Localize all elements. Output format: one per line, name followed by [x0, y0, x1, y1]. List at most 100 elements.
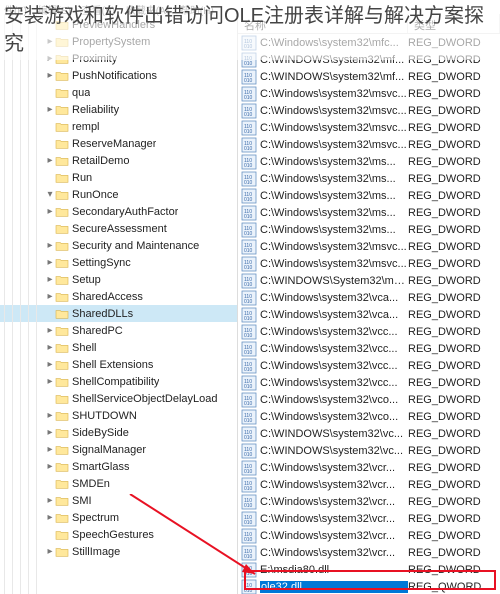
tree-toggle-icon[interactable]: ▸	[45, 461, 55, 472]
list-row[interactable]: 110010C:\Windows\system32\msvc...REG_DWO…	[238, 136, 500, 153]
list-row[interactable]: 110010C:\Windows\system32\ms...REG_DWORD	[238, 187, 500, 204]
value-type: REG_DWORD	[408, 88, 500, 100]
tree-item[interactable]: ▸rempl	[0, 118, 237, 135]
tree-toggle-icon[interactable]: ▾	[45, 189, 55, 200]
list-row[interactable]: 110010C:\Windows\system32\ms...REG_DWORD	[238, 153, 500, 170]
value-name: C:\Windows\system32\vcc...	[260, 343, 408, 355]
tree-toggle-icon[interactable]: ▸	[45, 410, 55, 421]
tree-item[interactable]: ▾RunOnce	[0, 186, 237, 203]
list-row[interactable]: 110010ole32.dllREG_QWORD	[238, 578, 500, 594]
tree-item[interactable]: ▸Shell	[0, 339, 237, 356]
list-row[interactable]: 110010C:\Windows\system32\msvc...REG_DWO…	[238, 119, 500, 136]
tree-item[interactable]: ▸SHUTDOWN	[0, 407, 237, 424]
list-row[interactable]: 110010C:\Windows\system32\vco...REG_DWOR…	[238, 408, 500, 425]
list-row[interactable]: 110010C:\Windows\system32\ms...REG_DWORD	[238, 170, 500, 187]
list-row[interactable]: 110010C:\Windows\system32\msvc...REG_DWO…	[238, 255, 500, 272]
tree-item[interactable]: ▸ShellServiceObjectDelayLoad	[0, 390, 237, 407]
list-row[interactable]: 110010C:\Windows\system32\vca...REG_DWOR…	[238, 306, 500, 323]
tree-toggle-icon[interactable]: ▸	[45, 70, 55, 81]
list-row[interactable]: 110010C:\Windows\system32\vcr...REG_DWOR…	[238, 459, 500, 476]
tree-toggle-icon[interactable]: ▸	[45, 325, 55, 336]
tree-item[interactable]: ▸SecureAssessment	[0, 220, 237, 237]
tree-item[interactable]: ▸Spectrum	[0, 509, 237, 526]
list-row[interactable]: 110010C:\WINDOWS\System32\ms...REG_DWORD	[238, 272, 500, 289]
value-type: REG_DWORD	[408, 258, 500, 270]
list-row[interactable]: 110010C:\Windows\system32\vcc...REG_DWOR…	[238, 340, 500, 357]
list-row[interactable]: 110010C:\Windows\system32\vcc...REG_DWOR…	[238, 357, 500, 374]
list-row[interactable]: 110010C:\Windows\system32\vcc...REG_DWOR…	[238, 374, 500, 391]
tree-toggle-icon[interactable]: ▸	[45, 240, 55, 251]
registry-value-icon: 110010	[241, 392, 257, 408]
list-row[interactable]: 110010C:\Windows\system32\vcr...REG_DWOR…	[238, 493, 500, 510]
list-row[interactable]: 110010C:\Windows\system32\ms...REG_DWORD	[238, 204, 500, 221]
tree-item[interactable]: ▸SMI	[0, 492, 237, 509]
tree-item[interactable]: ▸StillImage	[0, 543, 237, 560]
list-row[interactable]: 110010C:\WINDOWS\system32\mf...REG_DWORD	[238, 68, 500, 85]
list-row[interactable]: 110010E:\msdia80.dllREG_DWORD	[238, 561, 500, 578]
list-row[interactable]: 110010C:\Windows\system32\msvc...REG_DWO…	[238, 238, 500, 255]
tree-toggle-icon[interactable]: ▸	[45, 342, 55, 353]
tree-toggle-icon[interactable]: ▸	[45, 206, 55, 217]
list-row[interactable]: 110010C:\WINDOWS\system32\vc...REG_DWORD	[238, 442, 500, 459]
value-type: REG_DWORD	[408, 326, 500, 338]
tree-toggle-icon[interactable]: ▸	[45, 376, 55, 387]
tree-toggle-icon[interactable]: ▸	[45, 444, 55, 455]
tree-toggle-icon[interactable]: ▸	[45, 274, 55, 285]
tree-item[interactable]: ▸ShellCompatibility	[0, 373, 237, 390]
tree-item[interactable]: ▸SharedPC	[0, 322, 237, 339]
tree-item[interactable]: ▸SmartGlass	[0, 458, 237, 475]
list-row[interactable]: 110010C:\Windows\system32\vcr...REG_DWOR…	[238, 476, 500, 493]
tree-toggle-icon[interactable]: ▸	[45, 104, 55, 115]
list-row[interactable]: 110010C:\Windows\system32\msvc...REG_DWO…	[238, 85, 500, 102]
tree-toggle-icon[interactable]: ▸	[45, 359, 55, 370]
tree-toggle-icon[interactable]: ▸	[45, 291, 55, 302]
list-row[interactable]: 110010C:\Windows\system32\ms...REG_DWORD	[238, 221, 500, 238]
tree-item-label: ReserveManager	[72, 138, 156, 150]
list-row[interactable]: 110010C:\Windows\system32\vcr...REG_DWOR…	[238, 527, 500, 544]
registry-list-pane[interactable]: 名称 类型 110010C:\Windows\system32\mfc...RE…	[238, 14, 500, 594]
tree-toggle-icon[interactable]: ▸	[45, 546, 55, 557]
tree-item[interactable]: ▸Security and Maintenance	[0, 237, 237, 254]
registry-value-icon: 110010	[241, 154, 257, 170]
tree-item[interactable]: ▸Reliability	[0, 101, 237, 118]
tree-item[interactable]: ▸Shell Extensions	[0, 356, 237, 373]
tree-toggle-icon[interactable]: ▸	[45, 495, 55, 506]
tree-toggle-icon[interactable]: ▸	[45, 155, 55, 166]
list-row[interactable]: 110010C:\Windows\system32\vcr...REG_DWOR…	[238, 510, 500, 527]
list-row[interactable]: 110010C:\Windows\system32\vcr...REG_DWOR…	[238, 544, 500, 561]
value-name: C:\Windows\system32\msvc...	[260, 105, 408, 117]
list-row[interactable]: 110010C:\Windows\system32\vcc...REG_DWOR…	[238, 323, 500, 340]
tree-item[interactable]: ▸qua	[0, 84, 237, 101]
svg-text:010: 010	[244, 588, 253, 594]
tree-item[interactable]: ▸ReserveManager	[0, 135, 237, 152]
tree-item[interactable]: ▸SecondaryAuthFactor	[0, 203, 237, 220]
list-row[interactable]: 110010C:\Windows\system32\vca...REG_DWOR…	[238, 289, 500, 306]
tree-item[interactable]: ▸Run	[0, 169, 237, 186]
tree-item[interactable]: ▸SettingSync	[0, 254, 237, 271]
folder-icon	[55, 393, 69, 405]
registry-value-icon: 110010	[241, 273, 257, 289]
tree-item[interactable]: ▸SignalManager	[0, 441, 237, 458]
folder-icon	[55, 121, 69, 133]
tree-toggle-icon[interactable]: ▸	[45, 512, 55, 523]
tree-item[interactable]: ▸SMDEn	[0, 475, 237, 492]
value-name: C:\Windows\system32\msvc...	[260, 258, 408, 270]
value-type: REG_DWORD	[408, 105, 500, 117]
folder-icon	[55, 274, 69, 286]
tree-item[interactable]: ▸PushNotifications	[0, 67, 237, 84]
tree-item[interactable]: ▸SpeechGestures	[0, 526, 237, 543]
registry-tree-pane[interactable]: ▸PreviewHandlers▸PropertySystem▸Proximit…	[0, 14, 238, 594]
list-row[interactable]: 110010C:\Windows\system32\vco...REG_DWOR…	[238, 391, 500, 408]
tree-toggle-icon[interactable]: ▸	[45, 257, 55, 268]
tree-item[interactable]: ▸SharedDLLs	[0, 305, 237, 322]
folder-icon	[55, 172, 69, 184]
tree-item[interactable]: ▸Setup	[0, 271, 237, 288]
tree-item[interactable]: ▸SharedAccess	[0, 288, 237, 305]
tree-item[interactable]: ▸SideBySide	[0, 424, 237, 441]
svg-text:010: 010	[244, 520, 253, 526]
tree-item[interactable]: ▸RetailDemo	[0, 152, 237, 169]
list-row[interactable]: 110010C:\WINDOWS\system32\vc...REG_DWORD	[238, 425, 500, 442]
value-type: REG_DWORD	[408, 309, 500, 321]
tree-toggle-icon[interactable]: ▸	[45, 427, 55, 438]
list-row[interactable]: 110010C:\Windows\system32\msvc...REG_DWO…	[238, 102, 500, 119]
